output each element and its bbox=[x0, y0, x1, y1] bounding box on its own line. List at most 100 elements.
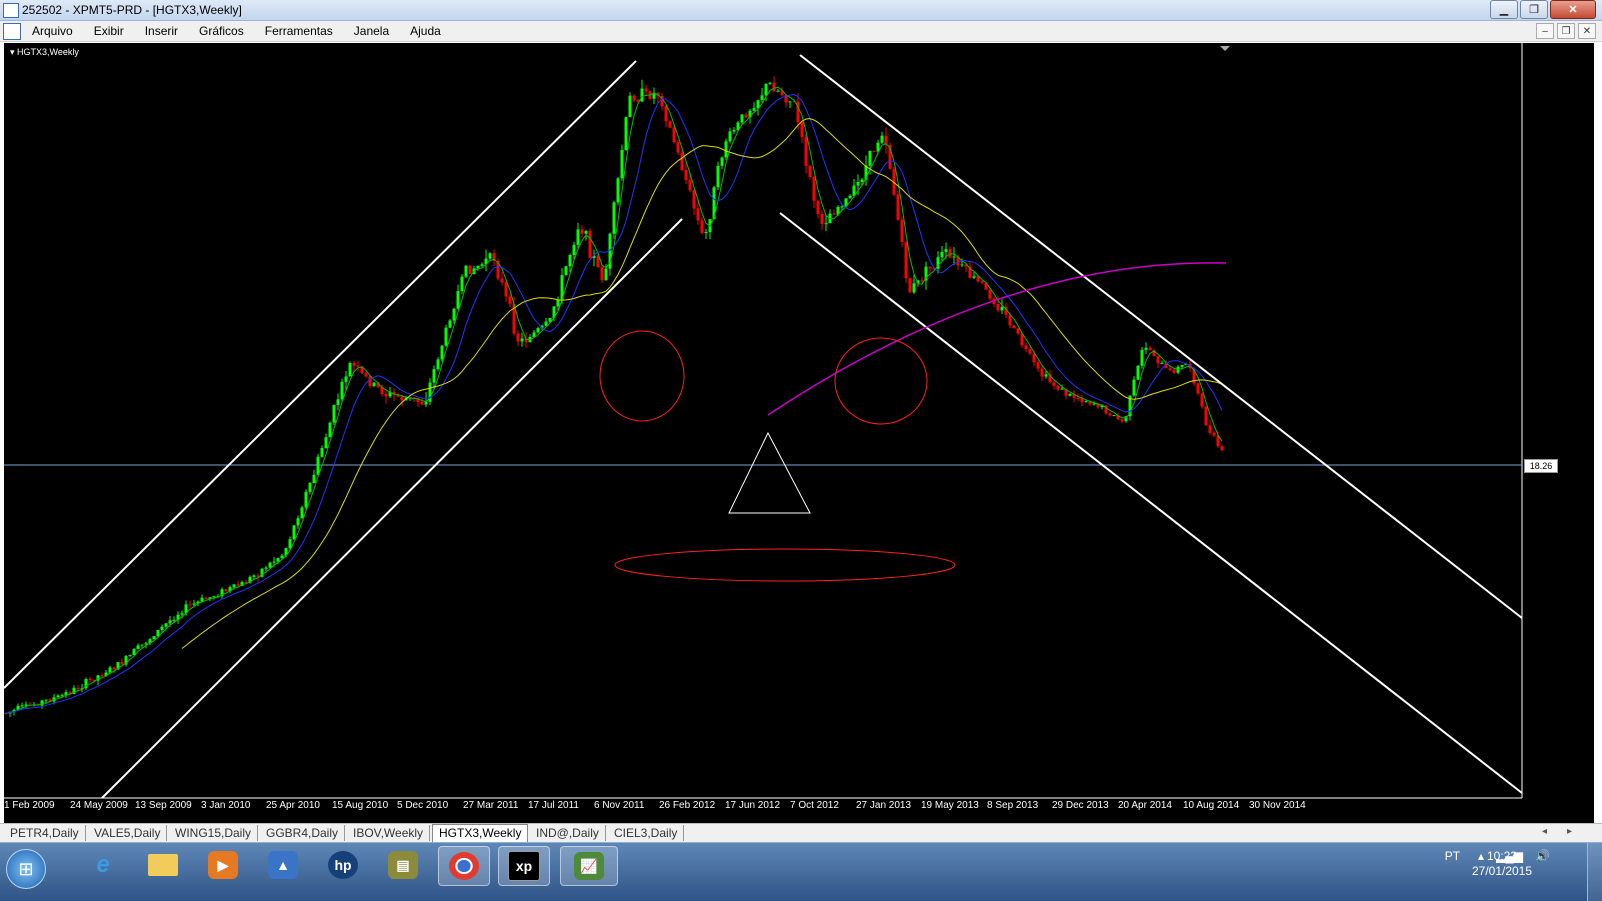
candle-body bbox=[768, 82, 772, 84]
candle-body bbox=[632, 95, 636, 101]
child-minimize-button[interactable]: – bbox=[1536, 23, 1554, 39]
tab-ciel3-daily[interactable]: CIEL3,Daily bbox=[608, 825, 685, 841]
time-axis-tick: 17 Jun 2012 bbox=[725, 800, 781, 811]
candle-body bbox=[908, 278, 912, 293]
candle-body bbox=[420, 402, 424, 405]
candle-body bbox=[940, 251, 944, 258]
downtrend-channel-upper[interactable] bbox=[799, 54, 1523, 619]
candle-body bbox=[1044, 374, 1048, 377]
menu-exibir[interactable]: Exibir bbox=[94, 24, 124, 38]
language-indicator[interactable]: PT bbox=[1445, 849, 1460, 863]
clock[interactable]: 10:23 27/01/2015 bbox=[1462, 849, 1542, 879]
menu-graficos[interactable]: Gráficos bbox=[199, 24, 244, 38]
candle-body bbox=[760, 95, 764, 101]
chrome-icon[interactable] bbox=[438, 846, 490, 886]
menu-ferramentas[interactable]: Ferramentas bbox=[265, 24, 333, 38]
uptrend-channel-upper[interactable] bbox=[4, 60, 637, 689]
left-eye-ellipse[interactable] bbox=[599, 330, 685, 422]
candle-body bbox=[1160, 362, 1164, 364]
candle-body bbox=[172, 619, 176, 621]
candle-body bbox=[1144, 347, 1148, 350]
candle-body bbox=[444, 327, 448, 346]
candle-body bbox=[604, 268, 608, 281]
candle-body bbox=[680, 152, 684, 171]
time-axis-tick: 30 Nov 2014 bbox=[1249, 800, 1306, 811]
chart-window-icon[interactable] bbox=[3, 23, 21, 40]
xp-investimentos-icon[interactable]: xp bbox=[498, 846, 550, 886]
candle-body bbox=[316, 456, 320, 475]
candle-body bbox=[920, 280, 924, 282]
candle-body bbox=[136, 645, 140, 649]
candle-body bbox=[1068, 393, 1072, 396]
mouth-ellipse[interactable] bbox=[614, 548, 956, 582]
menu-inserir[interactable]: Inserir bbox=[145, 24, 178, 38]
time-axis-tick: 19 May 2013 bbox=[921, 800, 979, 811]
time-axis-tick: 15 Aug 2010 bbox=[332, 800, 389, 811]
candle-body bbox=[896, 194, 900, 220]
shift-marker-icon[interactable] bbox=[1220, 46, 1230, 51]
candle-body bbox=[628, 95, 632, 118]
uptrend-channel-lower[interactable] bbox=[101, 218, 683, 799]
candle-body bbox=[296, 518, 300, 526]
candle-body bbox=[132, 648, 136, 656]
app-icon bbox=[3, 3, 19, 18]
menu-janela[interactable]: Janela bbox=[354, 24, 389, 38]
close-button[interactable]: ✕ bbox=[1550, 0, 1596, 19]
folder-icon[interactable] bbox=[138, 846, 188, 884]
candle-body bbox=[1012, 325, 1016, 329]
archive-app-icon[interactable]: ▤ bbox=[378, 846, 428, 884]
show-desktop-button[interactable] bbox=[1587, 843, 1602, 901]
candle-body bbox=[1168, 368, 1172, 370]
time-axis-tick: 7 Oct 2012 bbox=[790, 800, 839, 811]
tab-hgtx3-weekly[interactable]: HGTX3,Weekly bbox=[432, 824, 529, 842]
tab-vale5-daily[interactable]: VALE5,Daily bbox=[88, 825, 168, 841]
menu-arquivo[interactable]: Arquivo bbox=[32, 24, 73, 38]
candle-body bbox=[788, 101, 792, 103]
candle-body bbox=[1204, 406, 1208, 426]
internet-explorer-icon[interactable]: e bbox=[78, 846, 128, 884]
maximize-button[interactable]: ❐ bbox=[1520, 0, 1548, 19]
candle-body bbox=[188, 604, 192, 606]
child-restore-button[interactable]: ❐ bbox=[1557, 23, 1575, 39]
candle-body bbox=[400, 396, 404, 401]
menu-ajuda[interactable]: Ajuda bbox=[410, 24, 441, 38]
candle-body bbox=[448, 320, 452, 328]
candle-body bbox=[304, 491, 308, 508]
tab-scroll-arrows[interactable]: ◂▸ bbox=[1542, 826, 1592, 837]
window-controls: ▁ ❐ ✕ bbox=[1488, 0, 1596, 19]
candle-body bbox=[344, 376, 348, 382]
tab-ind-daily[interactable]: IND@,Daily bbox=[530, 825, 606, 841]
right-eye-ellipse[interactable] bbox=[834, 337, 928, 425]
candle-body bbox=[944, 249, 948, 252]
candle-body bbox=[1220, 446, 1224, 451]
candle-body bbox=[544, 321, 548, 326]
hp-icon[interactable]: hp bbox=[318, 846, 368, 884]
media-player-icon[interactable]: ▶ bbox=[198, 846, 248, 884]
tab-petr4-daily[interactable]: PETR4,Daily bbox=[4, 825, 86, 841]
chart-area[interactable]: ▾ HGTX3,Weekly 18.26 1 Feb 2009 24 May 20… bbox=[4, 43, 1594, 823]
minimize-button[interactable]: ▁ bbox=[1490, 0, 1518, 19]
network-app-icon[interactable]: ▲ bbox=[258, 846, 308, 884]
nose-triangle[interactable] bbox=[728, 431, 811, 514]
candle-body bbox=[520, 338, 524, 342]
time-axis-tick: 27 Mar 2011 bbox=[463, 800, 519, 811]
candle-body bbox=[340, 381, 344, 400]
candle-body bbox=[332, 405, 336, 423]
child-close-button[interactable]: ✕ bbox=[1578, 23, 1596, 39]
price-chart[interactable] bbox=[4, 43, 1594, 823]
downtrend-channel-lower[interactable] bbox=[779, 212, 1523, 794]
candle-body bbox=[872, 150, 876, 152]
candle-body bbox=[440, 345, 444, 360]
tab-wing15-daily[interactable]: WING15,Daily bbox=[169, 825, 259, 841]
tab-ibov-weekly[interactable]: IBOV,Weekly bbox=[347, 825, 431, 841]
candle-body bbox=[644, 88, 648, 92]
menu-bar: Arquivo Exibir Inserir Gráficos Ferramen… bbox=[0, 21, 1602, 42]
metatrader-icon[interactable]: 📈 bbox=[560, 846, 618, 886]
candle-body bbox=[1212, 432, 1216, 436]
time-axis-tick: 26 Feb 2012 bbox=[659, 800, 716, 811]
candle-body bbox=[856, 181, 860, 186]
start-button[interactable]: ⊞ bbox=[6, 849, 46, 889]
candle-body bbox=[1208, 425, 1212, 433]
candle-body bbox=[1060, 388, 1064, 390]
tab-ggbr4-daily[interactable]: GGBR4,Daily bbox=[260, 825, 346, 841]
